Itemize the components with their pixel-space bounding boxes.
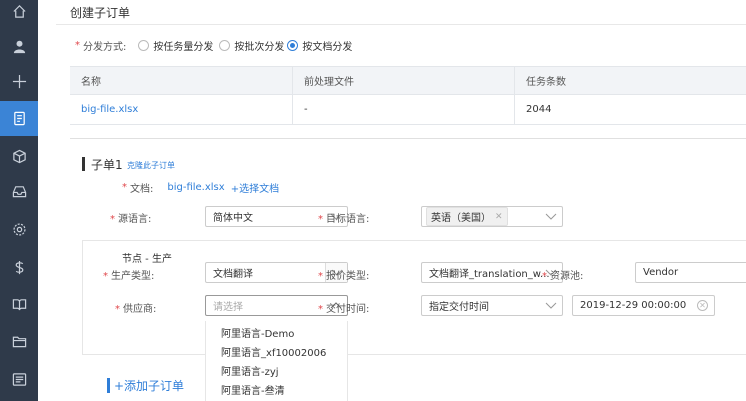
file-name-link[interactable]: big-file.xlsx	[81, 104, 138, 115]
radio-by-task-volume[interactable]: 按任务量分发	[138, 38, 213, 53]
column-header-preprocess: 前处理文件	[293, 67, 515, 94]
column-header-name: 名称	[70, 67, 293, 94]
source-language-label-wrap: * 源语言:	[110, 210, 151, 225]
target-language-select[interactable]: 英语（美国） ✕	[421, 206, 563, 227]
chevron-down-icon[interactable]	[540, 207, 562, 226]
sub-order-title: 子单1	[91, 158, 123, 172]
distribution-label: 分发方式:	[83, 41, 127, 53]
delivery-datetime-value: 2019-12-29 00:00:00	[580, 300, 687, 311]
add-sub-order-marker	[107, 378, 110, 393]
supplier-option[interactable]: 阿里语言-Demo	[206, 325, 347, 344]
delivery-time-value: 指定交付时间	[429, 302, 489, 313]
plus-icon[interactable]	[0, 64, 38, 99]
book-icon[interactable]	[0, 287, 38, 322]
user-icon[interactable]	[0, 29, 38, 64]
report-icon[interactable]	[0, 362, 38, 397]
radio-dot[interactable]	[287, 39, 299, 51]
radio-label: 按文档分发	[302, 41, 353, 53]
select-document-link[interactable]: +选择文档	[231, 180, 279, 195]
node-title: 节点 - 生产	[122, 254, 172, 265]
required-mark: *	[318, 304, 323, 315]
home-icon[interactable]	[0, 0, 38, 29]
radio-dot[interactable]	[138, 39, 150, 51]
required-mark: *	[122, 182, 127, 193]
document-file-link[interactable]: big-file.xlsx	[167, 182, 224, 193]
delivery-time-label: 交付时间:	[326, 304, 370, 315]
required-mark: *	[115, 304, 120, 315]
document-label: 文档:	[130, 184, 154, 195]
preprocess-cell: -	[293, 95, 515, 124]
delivery-time-label-wrap: * 交付时间:	[318, 300, 369, 315]
delivery-datetime-input[interactable]: 2019-12-29 00:00:00 ✕	[572, 295, 715, 316]
quote-type-label: 报价类型:	[326, 271, 370, 282]
dollar-icon[interactable]	[0, 250, 38, 285]
supplier-label-wrap: * 供应商:	[115, 300, 156, 315]
page-title: 创建子订单	[70, 6, 131, 20]
task-count-cell: 2044	[526, 104, 552, 115]
document-row: * 文档: big-file.xlsx +选择文档	[122, 180, 285, 195]
radio-label: 按批次分发	[234, 41, 285, 53]
file-table: 名称 前处理文件 任务条数 big-file.xlsx - 2044	[70, 66, 746, 125]
source-language-value: 简体中文	[213, 213, 253, 224]
table-row: big-file.xlsx - 2044	[70, 95, 746, 125]
supplier-option[interactable]: 阿里语言-zyj	[206, 363, 347, 382]
quote-type-label-wrap: * 报价类型:	[318, 267, 369, 282]
quote-type-value: 文档翻译_translation_w...	[429, 269, 550, 280]
clear-icon[interactable]: ✕	[697, 300, 708, 311]
required-mark: *	[103, 271, 108, 282]
main-content: 创建子订单 * 分发方式: 按任务量分发 按批次分发 按文档分发 名称 前处理文…	[38, 0, 746, 401]
close-icon[interactable]: ✕	[495, 212, 503, 222]
required-mark: *	[542, 271, 547, 282]
production-type-label-wrap: * 生产类型:	[103, 267, 154, 282]
target-language-tag: 英语（美国） ✕	[426, 207, 508, 226]
cube-icon[interactable]	[0, 139, 38, 174]
required-mark: *	[318, 271, 323, 282]
file-name-cell: big-file.xlsx	[70, 95, 293, 124]
add-sub-order-link[interactable]: +添加子订单	[114, 377, 184, 394]
required-mark: *	[75, 39, 80, 51]
production-type-label: 生产类型:	[111, 271, 155, 282]
target-language-label-wrap: * 目标语言:	[318, 210, 369, 225]
clone-sub-order-link[interactable]: 克隆此子订单	[127, 160, 175, 171]
column-header-task-count: 任务条数	[526, 77, 566, 88]
resource-pool-label-wrap: * 资源池:	[542, 267, 583, 282]
supplier-placeholder: 请选择	[213, 302, 243, 313]
title-divider	[56, 24, 746, 25]
distribution-row: * 分发方式: 按任务量分发 按批次分发 按文档分发	[75, 38, 352, 53]
settings-icon[interactable]	[0, 212, 38, 247]
target-language-label: 目标语言:	[326, 214, 370, 225]
resource-pool-label: 资源池:	[550, 271, 584, 282]
resource-pool-select[interactable]: Vendor	[635, 262, 746, 283]
supplier-dropdown: 阿里语言-Demo 阿里语言_xf10002006 阿里语言-zyj 阿里语言-…	[205, 321, 348, 401]
target-language-tag-label: 英语（美国）	[431, 213, 491, 224]
source-language-label: 源语言:	[118, 214, 152, 225]
section-divider	[70, 138, 746, 139]
production-type-value: 文档翻译	[213, 269, 253, 280]
radio-label: 按任务量分发	[153, 41, 214, 53]
required-mark: *	[318, 214, 323, 225]
radio-by-document[interactable]: 按文档分发	[287, 38, 352, 53]
supplier-label: 供应商:	[123, 304, 157, 315]
sidebar	[0, 0, 38, 401]
supplier-option[interactable]: 阿里语言_xf10002006	[206, 344, 347, 363]
supplier-option[interactable]: 阿里语言-叁清	[206, 382, 347, 401]
inbox-icon[interactable]	[0, 174, 38, 209]
resource-pool-value: Vendor	[643, 267, 679, 278]
required-mark: *	[110, 214, 115, 225]
sub-order-marker	[82, 157, 85, 171]
order-icon[interactable]	[0, 101, 38, 136]
folder-icon[interactable]	[0, 324, 38, 359]
radio-dot[interactable]	[219, 39, 231, 51]
chevron-down-icon[interactable]	[540, 296, 562, 315]
table-header: 名称 前处理文件 任务条数	[70, 66, 746, 95]
radio-by-batch[interactable]: 按批次分发	[219, 38, 284, 53]
delivery-time-select[interactable]: 指定交付时间	[421, 295, 563, 316]
